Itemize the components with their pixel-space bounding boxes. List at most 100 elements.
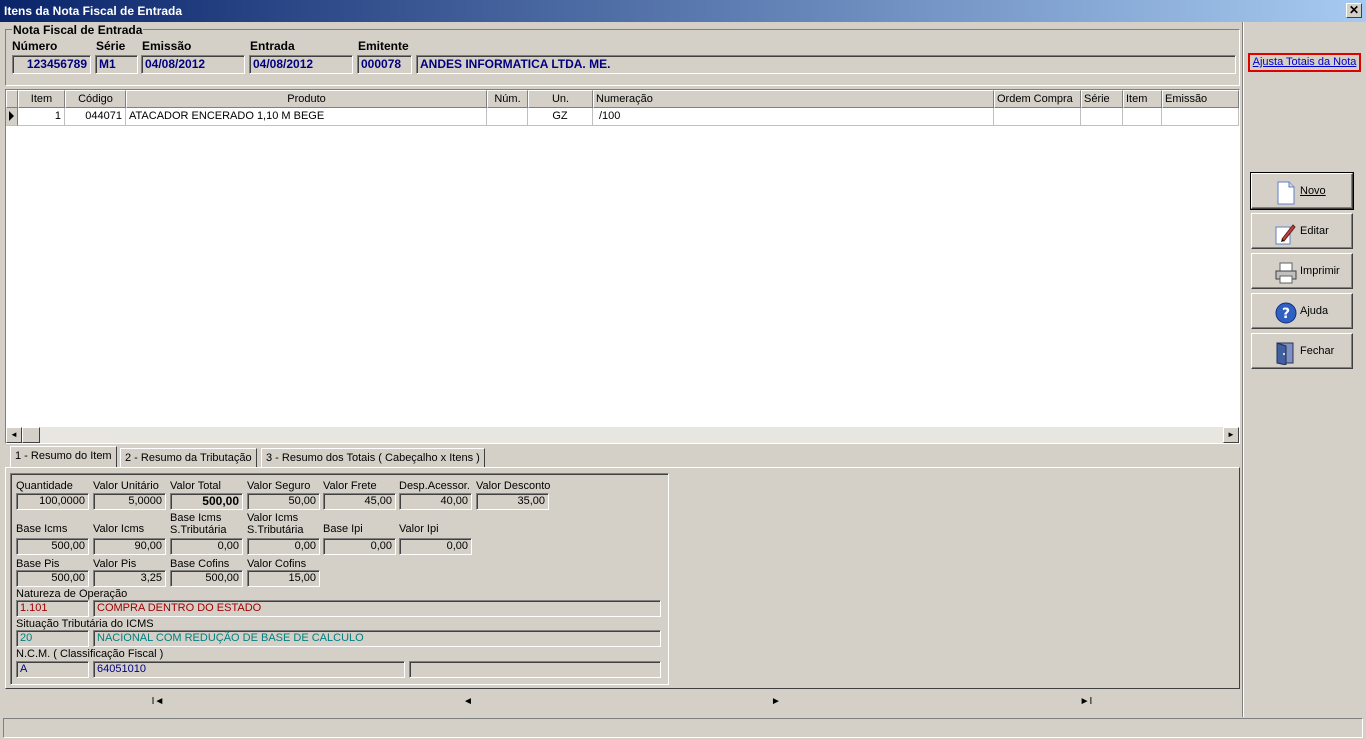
ncm-extra-field[interactable] xyxy=(409,661,661,678)
col-codigo[interactable]: Código xyxy=(65,90,126,108)
serie-field[interactable]: M1 xyxy=(95,55,138,74)
scroll-left-icon[interactable]: ◄ xyxy=(6,427,22,443)
ncm-value-field[interactable]: 64051010 xyxy=(93,661,405,678)
valor-unitario-field[interactable]: 5,0000 xyxy=(93,493,166,510)
valor-icms-field[interactable]: 90,00 xyxy=(93,538,166,555)
valor-icms-st-label: Valor Icms xyxy=(247,512,299,524)
col-ordem-compra[interactable]: Ordem Compra xyxy=(994,90,1081,108)
window: Itens da Nota Fiscal de Entrada ✕ Nota F… xyxy=(0,0,1366,740)
scroll-thumb[interactable] xyxy=(22,427,40,443)
situacao-desc-field[interactable]: NACIONAL COM REDUÇÃO DE BASE DE CALCULO xyxy=(93,630,661,647)
window-title: Itens da Nota Fiscal de Entrada xyxy=(4,4,183,18)
cell-emissao[interactable] xyxy=(1162,108,1239,126)
base-icms-label: Base Icms xyxy=(16,523,68,535)
tab-resumo-tributacao[interactable]: 2 - Resumo da Tributação xyxy=(120,448,257,468)
cell-serie[interactable] xyxy=(1081,108,1123,126)
emissao-field[interactable]: 04/08/2012 xyxy=(141,55,245,74)
tab-resumo-item[interactable]: 1 - Resumo do Item xyxy=(10,446,117,468)
close-button[interactable]: ✕ xyxy=(1346,3,1362,18)
col-num[interactable]: Núm. xyxy=(487,90,528,108)
valor-pis-label: Valor Pis xyxy=(93,558,137,570)
cell-num[interactable] xyxy=(487,108,528,126)
valor-icms-st-field[interactable]: 0,00 xyxy=(247,538,320,555)
entrada-field[interactable]: 04/08/2012 xyxy=(249,55,353,74)
natureza-code-field[interactable]: 1.101 xyxy=(16,600,89,617)
base-ipi-label: Base Ipi xyxy=(323,523,363,535)
help-icon: ? xyxy=(1274,301,1297,324)
cell-produto[interactable]: ATACADOR ENCERADO 1,10 M BEGE xyxy=(126,108,487,126)
base-pis-field[interactable]: 500,00 xyxy=(16,570,89,587)
close-icon: ✕ xyxy=(1348,3,1360,17)
row-indicator-header xyxy=(6,90,18,108)
cell-item-2[interactable] xyxy=(1123,108,1162,126)
col-serie[interactable]: Série xyxy=(1081,90,1123,108)
status-bar xyxy=(3,718,1363,738)
valor-ipi-field[interactable]: 0,00 xyxy=(399,538,472,555)
horizontal-scrollbar[interactable]: ◄ ► xyxy=(6,427,1239,443)
natureza-desc-field[interactable]: COMPRA DENTRO DO ESTADO xyxy=(93,600,661,617)
cell-numeracao[interactable]: /100 xyxy=(593,108,994,126)
numero-field[interactable]: 123456789 xyxy=(12,55,91,74)
first-record-icon[interactable]: I◄ xyxy=(148,696,168,707)
col-produto[interactable]: Produto xyxy=(126,90,487,108)
natureza-label: Natureza de Operação xyxy=(16,588,128,600)
base-cofins-field[interactable]: 500,00 xyxy=(170,570,243,587)
next-record-icon[interactable]: ► xyxy=(766,696,786,707)
serie-label: Série xyxy=(96,39,126,53)
prev-record-icon[interactable]: ◄ xyxy=(458,696,478,707)
editar-button[interactable]: Editar xyxy=(1251,213,1353,249)
situacao-code-field[interactable]: 20 xyxy=(16,630,89,647)
resumo-item-panel: Quantidade Valor Unitário Valor Total Va… xyxy=(10,473,669,685)
col-item-2[interactable]: Item xyxy=(1123,90,1162,108)
valor-unitario-label: Valor Unitário xyxy=(93,480,159,492)
cell-codigo[interactable]: 044071 xyxy=(65,108,126,126)
cell-un[interactable]: GZ xyxy=(528,108,593,126)
valor-total-field[interactable]: 500,00 xyxy=(170,493,243,510)
col-numeracao[interactable]: Numeração xyxy=(593,90,994,108)
entrada-label: Entrada xyxy=(250,39,295,53)
valor-total-label: Valor Total xyxy=(170,480,221,492)
record-navigator: I◄ ◄ ► ►I xyxy=(5,692,1240,716)
tab-strip: 1 - Resumo do Item 2 - Resumo da Tributa… xyxy=(5,446,1240,468)
col-un[interactable]: Un. xyxy=(528,90,593,108)
emitente-name-field[interactable]: ANDES INFORMATICA LTDA. ME. xyxy=(416,55,1236,74)
ajusta-totais-link[interactable]: Ajusta Totais da Nota xyxy=(1248,53,1361,72)
quantidade-field[interactable]: 100,0000 xyxy=(16,493,89,510)
fechar-button[interactable]: Fechar xyxy=(1251,333,1353,369)
cell-ordem-compra[interactable] xyxy=(994,108,1081,126)
base-icms-field[interactable]: 500,00 xyxy=(16,538,89,555)
nota-fiscal-group-title: Nota Fiscal de Entrada xyxy=(12,23,144,37)
desp-acessor-field[interactable]: 40,00 xyxy=(399,493,472,510)
emitente-label: Emitente xyxy=(358,39,409,53)
imprimir-button[interactable]: Imprimir xyxy=(1251,253,1353,289)
valor-desconto-field[interactable]: 35,00 xyxy=(476,493,549,510)
editar-label: Editar xyxy=(1300,225,1329,237)
cell-item[interactable]: 1 xyxy=(18,108,65,126)
emitente-code-field[interactable]: 000078 xyxy=(357,55,412,74)
valor-icms-st-label-2: S.Tributária xyxy=(247,524,304,536)
items-grid[interactable]: Item Código Produto Núm. Un. Numeração O… xyxy=(5,89,1240,444)
ajuda-button[interactable]: ? Ajuda xyxy=(1251,293,1353,329)
svg-text:?: ? xyxy=(1282,306,1290,322)
valor-frete-field[interactable]: 45,00 xyxy=(323,493,396,510)
new-document-icon xyxy=(1274,181,1296,205)
base-ipi-field[interactable]: 0,00 xyxy=(323,538,396,555)
valor-pis-field[interactable]: 3,25 xyxy=(93,570,166,587)
base-cofins-label: Base Cofins xyxy=(170,558,230,570)
valor-seguro-field[interactable]: 50,00 xyxy=(247,493,320,510)
ncm-code-field[interactable]: A xyxy=(16,661,89,678)
valor-cofins-label: Valor Cofins xyxy=(247,558,307,570)
printer-icon xyxy=(1274,261,1297,284)
col-emissao[interactable]: Emissão xyxy=(1162,90,1239,108)
col-item[interactable]: Item xyxy=(18,90,65,108)
last-record-icon[interactable]: ►I xyxy=(1076,696,1096,707)
scroll-right-icon[interactable]: ► xyxy=(1223,427,1239,443)
emissao-label: Emissão xyxy=(142,39,192,53)
novo-label: Novo xyxy=(1300,185,1326,197)
title-bar[interactable]: Itens da Nota Fiscal de Entrada ✕ xyxy=(0,0,1366,22)
valor-frete-label: Valor Frete xyxy=(323,480,377,492)
valor-cofins-field[interactable]: 15,00 xyxy=(247,570,320,587)
base-icms-st-field[interactable]: 0,00 xyxy=(170,538,243,555)
novo-button[interactable]: Novo xyxy=(1250,172,1354,210)
tab-resumo-totais[interactable]: 3 - Resumo dos Totais ( Cabeçalho x Iten… xyxy=(261,448,485,468)
